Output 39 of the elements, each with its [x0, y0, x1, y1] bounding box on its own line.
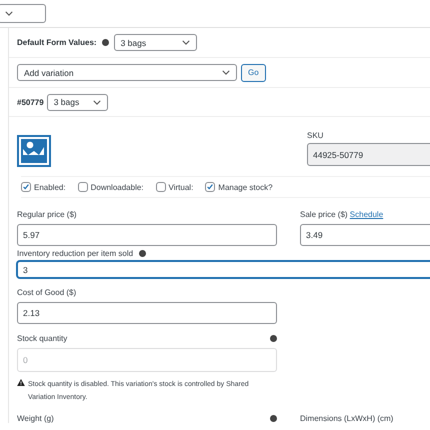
checkbox[interactable]: [156, 182, 166, 192]
schedule-link[interactable]: Schedule: [350, 210, 384, 219]
weight-label: Weight (g): [17, 414, 54, 423]
chevron-icon: [92, 100, 101, 104]
help-icon: [139, 250, 146, 257]
default-form-values-label: Default Form Values:: [17, 38, 97, 47]
cost-of-good-field[interactable]: 2.13: [17, 302, 277, 324]
inventory-reduction-label: Inventory reduction per item sold: [17, 249, 134, 258]
default-value-dropdown[interactable]: 3 bags: [114, 34, 197, 51]
chevron-icon: [222, 70, 230, 75]
regular-price-label: Regular price ($): [17, 210, 78, 219]
regular-price-field[interactable]: 5.97: [17, 224, 277, 246]
sku-label: SKU: [307, 131, 324, 140]
help-icon: [270, 415, 277, 422]
help-icon: [102, 39, 109, 46]
go-button[interactable]: Go: [241, 64, 266, 82]
help-icon: [270, 335, 277, 342]
dropdown[interactable]: [0, 4, 46, 23]
sale-price-field[interactable]: 3.49: [300, 224, 430, 246]
checkbox[interactable]: [205, 182, 216, 192]
dimensions-label: Dimensions (LxWxH) (cm): [300, 414, 394, 423]
chevron-icon: [182, 40, 190, 45]
variation-dropdown[interactable]: 3 bags: [46, 94, 108, 110]
checkbox[interactable]: [78, 182, 88, 192]
sku-field[interactable]: 44925-50779: [307, 143, 430, 166]
checkbox-label: Virtual:: [168, 182, 194, 192]
sale-price-label: Sale price ($) Schedule: [300, 210, 384, 219]
checkbox-label: Manage stock?: [218, 182, 273, 192]
inventory-reduction-field[interactable]: 3: [17, 261, 430, 278]
warning-icon: [17, 379, 25, 386]
cost-of-good-label: Cost of Good ($): [17, 288, 78, 297]
variation-id: #50779: [17, 98, 44, 106]
checkbox-label: Enabled:: [34, 182, 66, 192]
bulk-action-dropdown[interactable]: Add variation: [17, 64, 237, 81]
chevron-icon: [5, 11, 13, 16]
checkbox-label: Downloadable:: [90, 182, 144, 192]
image-placeholder-icon[interactable]: [17, 135, 51, 167]
stock-quantity-label: Stock quantity: [17, 334, 68, 343]
checkbox[interactable]: [21, 182, 31, 192]
